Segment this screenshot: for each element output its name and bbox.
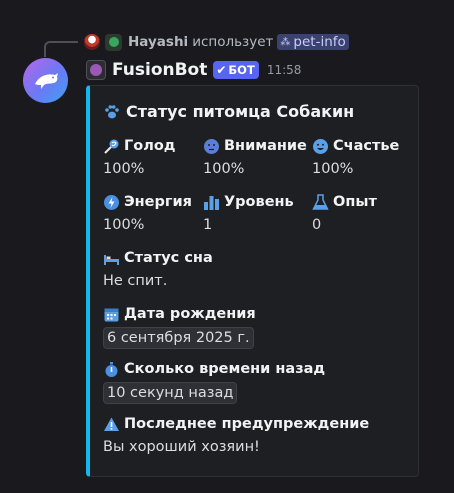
lightning-icon xyxy=(103,194,120,211)
field-experience: Опыт 0 xyxy=(312,192,377,235)
field-level: Уровень 1 xyxy=(203,192,294,235)
embed-title-text: Статус питомца Собакин xyxy=(126,102,355,121)
field-happiness: Счастье 100% xyxy=(312,136,399,179)
field-value: 100% xyxy=(103,161,145,177)
lollipop-icon xyxy=(103,138,120,155)
slash-command-name: pet-info xyxy=(293,34,346,50)
field-value: 0 xyxy=(312,217,322,233)
warning-icon xyxy=(103,416,120,433)
field-birthday: Дата рождения 6 сентября 2025 г. xyxy=(103,304,256,349)
field-value: 6 сентября 2025 г. xyxy=(103,327,254,349)
field-elapsed: Сколько времени назад 10 секунд назад xyxy=(103,359,326,404)
field-name: Уровень xyxy=(224,194,294,210)
field-value: 100% xyxy=(312,161,354,177)
field-name: Внимание xyxy=(224,138,307,154)
calendar-icon xyxy=(103,306,120,323)
paw-icon xyxy=(103,103,121,121)
field-attention: Внимание 100% xyxy=(203,136,307,179)
bed-icon xyxy=(103,250,120,267)
field-value: Не спит. xyxy=(103,273,168,289)
field-warning: Последнее предупреждение Вы хороший хозя… xyxy=(103,414,369,457)
pet-status-embed: Статус питомца Собакин Голод 100% Вниман… xyxy=(86,85,419,477)
face-icon xyxy=(203,138,220,155)
field-name: Дата рождения xyxy=(124,306,256,322)
field-name: Счастье xyxy=(333,138,400,154)
field-value: 1 xyxy=(203,217,213,233)
stopwatch-icon xyxy=(103,361,120,378)
field-energy: Энергия 100% xyxy=(103,192,192,235)
slash-command-chip[interactable]: ⁂ pet-info xyxy=(277,34,349,50)
field-name: Энергия xyxy=(124,194,192,210)
field-name: Сколько времени назад xyxy=(124,361,326,377)
message-timestamp[interactable]: 11:58 xyxy=(267,63,302,77)
bot-tag: ✔ БОТ xyxy=(213,61,259,79)
reply-username[interactable]: Hayashi xyxy=(128,34,188,50)
field-name: Статус сна xyxy=(124,250,213,266)
embed-title: Статус питомца Собакин xyxy=(103,102,354,121)
reply-connector xyxy=(44,41,78,57)
smile-icon xyxy=(312,138,329,155)
field-value: 100% xyxy=(203,161,245,177)
reply-verb: использует xyxy=(192,34,274,50)
field-name: Опыт xyxy=(333,194,377,210)
field-value: Вы хороший хозяин! xyxy=(103,439,260,455)
field-name: Последнее предупреждение xyxy=(124,416,370,432)
reply-context[interactable]: Hayashi использует ⁂ pet-info xyxy=(84,31,349,53)
checkmark-icon: ✔ xyxy=(216,63,227,77)
reply-user-badge xyxy=(105,33,122,51)
message-header: FusionBot ✔ БОТ 11:58 xyxy=(86,58,301,82)
field-name: Голод xyxy=(124,138,176,154)
reply-user-avatar[interactable] xyxy=(84,34,100,50)
field-hunger: Голод 100% xyxy=(103,136,176,179)
command-icon: ⁂ xyxy=(280,36,291,48)
bot-avatar[interactable] xyxy=(23,58,68,103)
dolphin-icon xyxy=(34,72,58,89)
bot-tag-label: БОТ xyxy=(228,63,255,77)
bar-chart-icon xyxy=(203,194,220,211)
bot-name[interactable]: FusionBot xyxy=(112,60,207,80)
flask-icon xyxy=(312,193,329,211)
field-value: 10 секунд назад xyxy=(103,382,238,404)
field-sleep: Статус сна Не спит. xyxy=(103,248,213,291)
field-value: 100% xyxy=(103,217,145,233)
bot-role-icon xyxy=(86,60,106,80)
